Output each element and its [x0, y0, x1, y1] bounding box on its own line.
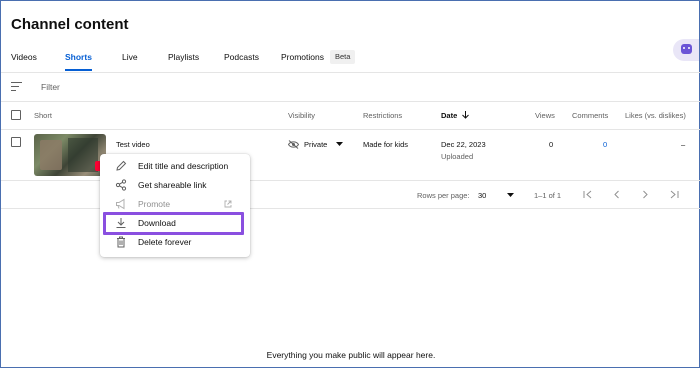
- tab-shorts[interactable]: Shorts: [65, 49, 92, 71]
- visibility-value[interactable]: Private: [304, 140, 327, 149]
- tab-live[interactable]: Live: [122, 49, 138, 71]
- visibility-dropdown-icon[interactable]: [336, 142, 343, 147]
- empty-state-message: Everything you make public will appear h…: [266, 350, 436, 360]
- menu-item-label: Delete forever: [138, 237, 192, 247]
- menu-item-delete[interactable]: Delete forever: [100, 233, 250, 252]
- column-views[interactable]: Views: [535, 111, 555, 120]
- last-page-icon[interactable]: [670, 190, 679, 199]
- trash-icon: [117, 236, 125, 248]
- rows-per-page-dropdown-icon[interactable]: [507, 193, 514, 198]
- studio-window: Channel content Videos Shorts Live Playl…: [0, 0, 700, 368]
- menu-item-label: Get shareable link: [138, 180, 207, 190]
- filter-bar[interactable]: Filter: [1, 73, 700, 101]
- assistant-avatar[interactable]: [673, 39, 699, 61]
- date-value: Dec 22, 2023: [441, 140, 486, 149]
- video-title[interactable]: Test video: [116, 140, 150, 149]
- column-visibility[interactable]: Visibility: [288, 111, 315, 120]
- previous-page-icon[interactable]: [613, 190, 620, 199]
- robot-icon: [681, 44, 692, 54]
- row-checkbox[interactable]: [11, 137, 21, 147]
- menu-item-edit[interactable]: Edit title and description: [100, 157, 250, 176]
- select-all-checkbox[interactable]: [11, 110, 21, 120]
- column-date[interactable]: Date: [441, 111, 470, 120]
- column-restrictions[interactable]: Restrictions: [363, 111, 402, 120]
- column-date-label: Date: [441, 111, 458, 120]
- content-tabs: Videos Shorts Live Playlists Podcasts Pr…: [1, 49, 661, 71]
- next-page-icon[interactable]: [642, 190, 649, 199]
- share-icon: [115, 179, 127, 191]
- pencil-icon: [116, 160, 127, 171]
- megaphone-icon: [116, 198, 125, 210]
- rows-per-page-select[interactable]: 30: [478, 191, 486, 200]
- tab-videos[interactable]: Videos: [11, 49, 37, 71]
- filter-icon[interactable]: [11, 82, 22, 92]
- filter-input[interactable]: Filter: [41, 82, 60, 92]
- column-short: Short: [34, 111, 52, 120]
- page-title: Channel content: [11, 16, 129, 33]
- restrictions-value: Made for kids: [363, 140, 409, 149]
- eye-off-icon: [288, 140, 299, 149]
- pagination-range: 1–1 of 1: [534, 191, 562, 200]
- likes-value: –: [681, 140, 686, 149]
- tab-playlists[interactable]: Playlists: [168, 49, 199, 71]
- video-options-menu: Edit title and description Get shareable…: [100, 154, 250, 257]
- menu-item-label: Promote: [138, 199, 171, 209]
- tab-promotions[interactable]: Promotions: [281, 49, 324, 71]
- beta-badge: Beta: [330, 50, 356, 64]
- menu-item-share[interactable]: Get shareable link: [100, 176, 250, 195]
- table-header: Short Visibility Restrictions Date Views…: [1, 102, 700, 129]
- comments-value[interactable]: 0: [603, 140, 607, 149]
- column-comments[interactable]: Comments: [572, 111, 608, 120]
- views-value: 0: [549, 140, 554, 149]
- menu-item-label: Edit title and description: [138, 161, 229, 171]
- date-status: Uploaded: [441, 152, 474, 161]
- download-highlight: [103, 212, 244, 235]
- tab-shorts-label: Shorts: [65, 52, 92, 62]
- active-tab-indicator: [65, 69, 92, 71]
- sort-down-arrow-icon: [462, 111, 470, 119]
- tab-podcasts[interactable]: Podcasts: [224, 49, 259, 71]
- first-page-icon[interactable]: [583, 190, 592, 199]
- rows-per-page-label: Rows per page:: [417, 191, 470, 200]
- external-link-icon: [224, 200, 232, 208]
- column-likes[interactable]: Likes (vs. dislikes): [625, 111, 686, 120]
